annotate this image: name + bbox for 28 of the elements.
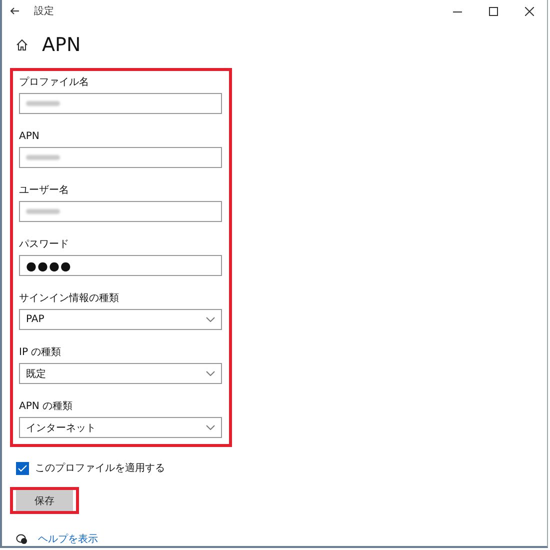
help-chat-icon (16, 534, 28, 544)
dropdown[interactable]: インターネット (19, 417, 222, 438)
maximize-icon[interactable] (488, 6, 498, 16)
input-field[interactable] (19, 201, 222, 222)
input-field[interactable] (19, 147, 222, 168)
window-title: 設定 (34, 4, 54, 18)
field-label: APN (19, 131, 40, 143)
field-label: IP の種類 (19, 347, 62, 359)
checkbox[interactable] (16, 462, 29, 474)
help-link[interactable]: ヘルプを表示 (38, 532, 98, 546)
dropdown[interactable]: 既定 (19, 363, 222, 384)
field-label: パスワード (19, 239, 70, 251)
field-label: APN の種類 (19, 401, 74, 413)
input-field[interactable] (19, 93, 222, 114)
field-label: プロファイル名 (19, 77, 90, 89)
field-label: ユーザー名 (19, 185, 70, 197)
field-label: サインイン情報の種類 (19, 293, 120, 305)
checkbox-label: このプロファイルを適用する (35, 462, 165, 475)
back-icon[interactable] (10, 7, 20, 15)
chevron-down-icon (206, 317, 215, 322)
page-title: APN (42, 34, 81, 56)
input-field[interactable]: ●●●● (19, 255, 222, 276)
chevron-down-icon (206, 425, 215, 430)
dropdown[interactable]: PAP (19, 309, 222, 330)
close-icon[interactable] (524, 6, 534, 16)
chevron-down-icon (206, 371, 215, 376)
save-button[interactable]: 保存 (16, 490, 73, 511)
home-icon[interactable] (16, 39, 28, 51)
